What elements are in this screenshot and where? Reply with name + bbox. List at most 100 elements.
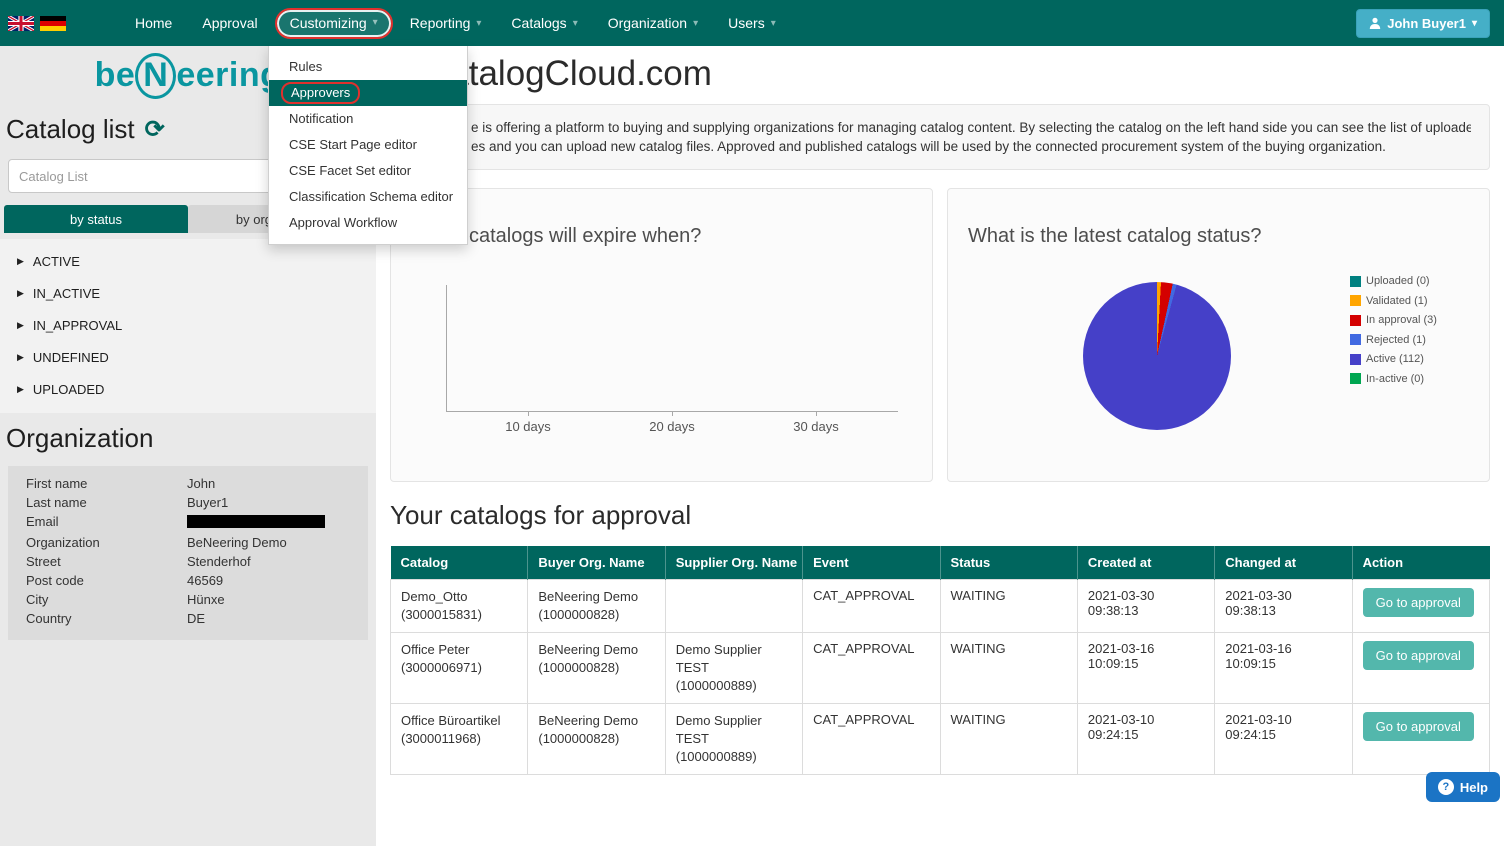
legend-label: In-active (0) [1366,373,1424,385]
buyer-id: (1000000828) [538,730,654,748]
supplier-id: (1000000889) [676,748,792,766]
organization-details-panel: First nameJohn Last nameBuyer1 Email Org… [8,466,368,640]
org-field-row: CityHünxe [8,590,368,609]
approval-table: Catalog Buyer Org. Name Supplier Org. Na… [390,546,1490,775]
tree-item-label: UPLOADED [33,382,105,397]
cell-created-at: 2021-03-30 09:38:13 [1077,580,1214,633]
nav-item-catalogs[interactable]: Catalogs ▾ [496,0,592,46]
buyer-name: BeNeering Demo [538,588,654,606]
menu-item-cse-facet-set-editor[interactable]: CSE Facet Set editor [269,158,467,184]
expiry-chart-title: catalogs will expire when? [469,225,701,248]
redacted-email-value [187,515,325,528]
catalog-id: (3000011968) [401,730,517,748]
org-field-value: John [187,474,368,493]
buyer-name: BeNeering Demo [538,712,654,730]
help-button[interactable]: ? Help [1426,772,1500,802]
cell-changed-at: 2021-03-30 09:38:13 [1215,580,1352,633]
menu-item-label: Classification Schema editor [289,189,453,204]
go-to-approval-button[interactable]: Go to approval [1363,588,1474,617]
tree-item-label: IN_ACTIVE [33,286,100,301]
org-field-label: Organization [8,533,187,552]
legend-item: In approval (3) [1350,314,1437,326]
supplier-name: Demo Supplier TEST [676,712,792,748]
org-field-value: Stenderhof [187,552,368,571]
chevron-right-icon: ▶ [17,320,24,331]
pie-legend: Uploaded (0) Validated (1) In approval (… [1350,275,1437,392]
column-header-changed-at: Changed at [1215,546,1352,580]
expiry-chart-panel: catalogs will expire when? 10 days 20 da… [390,188,933,482]
legend-swatch [1350,276,1361,287]
cell-action: Go to approval [1352,704,1489,775]
nav-item-approval[interactable]: Approval [187,0,272,46]
cell-status: WAITING [940,580,1077,633]
user-icon [1369,17,1381,29]
org-field-row: Email [8,512,368,533]
cell-event: CAT_APPROVAL [803,580,940,633]
org-field-label: Email [8,512,187,533]
nav-item-label: Home [135,15,172,31]
y-axis-line [446,285,447,411]
tree-item-uploaded[interactable]: ▶ UPLOADED [0,373,376,405]
tree-item-undefined[interactable]: ▶UNDEFINED [0,341,376,373]
tree-item-in-approval[interactable]: ▶IN_APPROVAL [0,309,376,341]
chevron-right-icon: ▶ [17,352,24,363]
cell-supplier-org [665,580,802,633]
main-content: CatalogCloud.com e is offering a platfor… [376,46,1504,846]
menu-item-classification-schema-editor[interactable]: Classification Schema editor [269,184,467,210]
menu-item-cse-start-page-editor[interactable]: CSE Start Page editor [269,132,467,158]
caret-down-icon: ▾ [373,17,378,28]
nav-item-organization[interactable]: Organization ▾ [593,0,713,46]
tree-item-label: ACTIVE [33,254,80,269]
org-field-row: Last nameBuyer1 [8,493,368,512]
org-field-label: City [8,590,187,609]
legend-label: Active (112) [1366,353,1424,365]
column-header-created-at: Created at [1077,546,1214,580]
legend-item: Active (112) [1350,353,1437,365]
legend-item: Validated (1) [1350,295,1437,307]
tree-item-active[interactable]: ▶ ACTIVE [0,245,376,277]
refresh-icon[interactable]: ⟳ [145,118,165,142]
cell-event: CAT_APPROVAL [803,633,940,704]
chevron-right-icon: ▶ [17,384,24,395]
legend-swatch [1350,373,1361,384]
org-field-row: Post code46569 [8,571,368,590]
catalog-name: Office Peter [401,641,517,659]
nav-item-users[interactable]: Users ▾ [713,0,791,46]
menu-item-approvers[interactable]: Approvers [269,80,467,106]
top-navbar: Home Approval Customizing ▾ Reporting ▾ … [0,0,1504,46]
status-pie-chart [1083,282,1231,430]
menu-item-approval-workflow[interactable]: Approval Workflow [269,210,467,236]
nav-item-home[interactable]: Home [120,0,187,46]
tree-item-in-active[interactable]: ▶ IN_ACTIVE [0,277,376,309]
nav-item-customizing[interactable]: Customizing ▾ [275,8,393,39]
buyer-name: BeNeering Demo [538,641,654,659]
nav-item-label: Users [728,15,765,31]
menu-item-rules[interactable]: Rules [269,54,467,80]
menu-item-label: CSE Start Page editor [289,137,417,152]
language-germany-button[interactable] [40,16,66,31]
tab-by-status[interactable]: by status [4,205,188,233]
org-field-row: OrganizationBeNeering Demo [8,533,368,552]
table-header-row: Catalog Buyer Org. Name Supplier Org. Na… [391,546,1490,580]
cell-created-at: 2021-03-10 09:24:15 [1077,704,1214,775]
chevron-right-icon: ▶ [17,288,24,299]
menu-item-notification[interactable]: Notification [269,106,467,132]
caret-down-icon: ▾ [771,18,776,29]
cell-status: WAITING [940,704,1077,775]
status-chart-panel: What is the latest catalog status? Uploa… [947,188,1490,482]
supplier-name: Demo Supplier TEST [676,641,792,677]
catalog-list-heading-label: Catalog list [6,114,135,145]
table-row: Demo_Otto(3000015831) BeNeering Demo(100… [391,580,1490,633]
column-header-event: Event [803,546,940,580]
org-field-value: Hünxe [187,590,368,609]
cell-buyer-org: BeNeering Demo(1000000828) [528,704,665,775]
nav-item-label: Organization [608,15,687,31]
go-to-approval-button[interactable]: Go to approval [1363,712,1474,741]
user-menu-button[interactable]: John Buyer1 ▾ [1356,9,1490,38]
go-to-approval-button[interactable]: Go to approval [1363,641,1474,670]
chevron-right-icon: ▶ [17,256,24,267]
org-field-row: CountryDE [8,609,368,628]
cell-catalog: Office Peter(3000006971) [391,633,528,704]
nav-item-reporting[interactable]: Reporting ▾ [395,0,497,46]
language-uk-button[interactable] [8,16,34,31]
